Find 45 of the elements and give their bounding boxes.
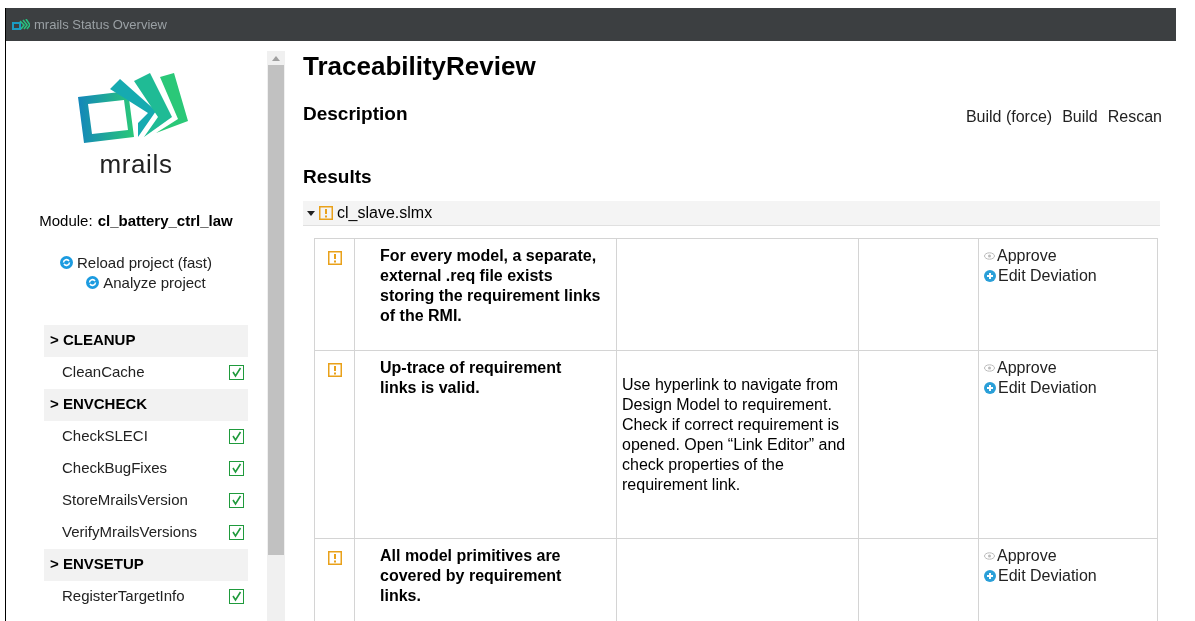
task-name[interactable]: RegisterTargetInfo [62,585,185,608]
approve-link[interactable]: Approve [984,246,1157,266]
scrollbar-thumb[interactable] [268,65,284,555]
task-name[interactable]: VerifyMrailsVersions [62,521,198,544]
file-header[interactable]: cl_slave.slmx [303,201,1160,226]
caret-icon[interactable] [307,210,315,216]
task-name[interactable]: StoreMrailsVersion [62,489,188,512]
check-description: For every model, a separate, external .req file exists storing the requirement links of the RMI. [380,247,601,324]
refresh-icon [86,276,100,289]
action-link[interactable]: Analyze project [86,272,206,293]
plus-icon [984,382,996,394]
approve-link[interactable]: Approve [984,358,1157,378]
toolbar-link[interactable]: Build [1062,104,1098,129]
edit-deviation-link[interactable]: Edit Deviation [984,266,1157,286]
check-description: All model primitives are covered by requirement links. [380,547,562,604]
app-logo-icon [12,18,30,31]
section-heading: Results [303,164,373,189]
module-name: cl_battery_ctrl_law [97,211,233,231]
hint-text: Use hyperlink to navigate from Design Model to requirement. Check if correct requirement is opened. Open “Link Editor” and check properties of the requirement link. [622,376,846,493]
eye-icon [984,364,995,372]
eye-icon [984,552,995,560]
page-title: TraceabilityReview [303,50,537,82]
check-description: Up-trace of requirement links is valid. [380,359,562,396]
logo-text: mrails [99,148,173,181]
toolbar-link[interactable]: Rescan [1107,104,1162,129]
task-name[interactable]: CheckBugFixes [62,457,168,480]
task-name[interactable]: CleanCache [62,361,145,384]
approve-link[interactable]: Approve [984,546,1157,566]
section-heading: Description [303,102,408,126]
plus-icon [984,570,996,582]
edit-deviation-link[interactable]: Edit Deviation [984,378,1157,398]
eye-icon [984,252,995,260]
edit-deviation-link[interactable]: Edit Deviation [984,566,1157,586]
window-title: mrails Status Overview [34,15,167,34]
module-label: Module: [39,211,93,231]
scroll-up-arrow-icon[interactable] [272,56,280,61]
group-header[interactable]: > ENVSETUP [44,548,248,581]
plus-icon [984,270,996,282]
refresh-icon [59,256,73,269]
task-name[interactable]: CheckSLECI [62,425,148,448]
group-header[interactable]: > CLEANUP [44,324,248,357]
action-link[interactable]: Reload project (fast) [59,252,213,273]
file-name: cl_slave.slmx [337,203,433,223]
toolbar-link[interactable]: Build (force) [965,104,1053,129]
group-header[interactable]: > ENVCHECK [44,388,248,421]
